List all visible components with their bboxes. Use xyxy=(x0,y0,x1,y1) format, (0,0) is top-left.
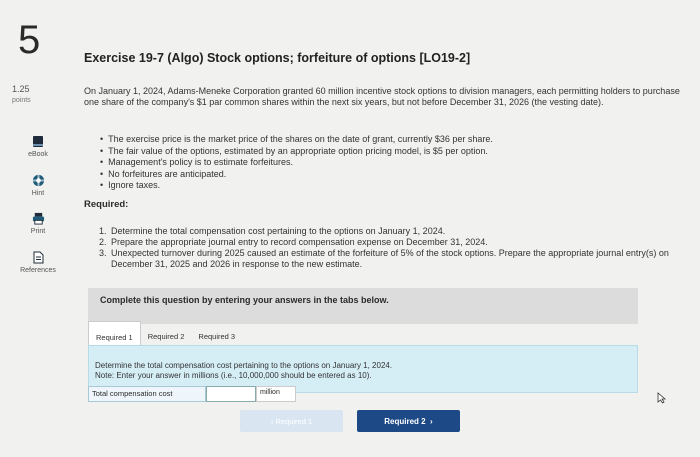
exercise-title: Exercise 19-7 (Algo) Stock options; forf… xyxy=(84,51,471,65)
document-icon xyxy=(33,251,43,264)
points-label: points xyxy=(12,97,31,104)
requirement-text: Determine the total compensation cost pe… xyxy=(111,226,446,236)
prev-label: Required 1 xyxy=(275,416,313,426)
prev-button[interactable]: ‹ Required 1 xyxy=(240,410,343,432)
instruction-text: Determine the total compensation cost pe… xyxy=(95,361,393,370)
requirement-item: 2. Prepare the appropriate journal entry … xyxy=(99,237,689,248)
references-button[interactable]: References xyxy=(14,251,62,274)
requirement-text: Unexpected turnover during 2025 caused a… xyxy=(111,248,669,269)
facts-list: The exercise price is the market price o… xyxy=(100,134,493,192)
answer-row: Total compensation cost million xyxy=(88,386,296,402)
exercise-intro: On January 1, 2024, Adams-Meneke Corpora… xyxy=(84,86,680,107)
instruction-note: Note: Enter your answer in millions (i.e… xyxy=(95,370,372,380)
printer-icon xyxy=(32,212,44,225)
tab-required-1[interactable]: Required 1 xyxy=(88,321,141,345)
requirements-list: 1. Determine the total compensation cost … xyxy=(99,226,689,270)
lifebuoy-icon xyxy=(32,174,44,187)
references-label: References xyxy=(20,267,56,274)
list-item: No forfeitures are anticipated. xyxy=(100,169,493,181)
tab-required-3[interactable]: Required 3 xyxy=(191,321,242,345)
complete-notice: Complete this question by entering your … xyxy=(88,288,638,324)
points-value: 1.25 xyxy=(12,84,30,94)
print-button[interactable]: Print xyxy=(14,212,62,235)
unit-label: million xyxy=(256,386,296,402)
question-number: 5 xyxy=(18,18,41,62)
requirement-item: 3. Unexpected turnover during 2025 caused… xyxy=(99,248,689,270)
ebook-button[interactable]: eBook xyxy=(14,135,62,158)
list-item: The fair value of the options, estimated… xyxy=(100,146,493,158)
requirement-number: 2. xyxy=(99,237,107,247)
total-compensation-input[interactable] xyxy=(206,386,256,402)
print-label: Print xyxy=(30,228,46,235)
chevron-right-icon: › xyxy=(425,416,433,426)
list-item: The exercise price is the market price o… xyxy=(100,134,493,146)
book-icon xyxy=(33,136,43,147)
field-label: Total compensation cost xyxy=(88,386,206,402)
list-item: Management's policy is to estimate forfe… xyxy=(100,157,493,169)
next-button[interactable]: Required 2 › xyxy=(357,410,460,432)
requirement-text: Prepare the appropriate journal entry to… xyxy=(111,237,488,247)
next-label: Required 2 xyxy=(384,416,426,426)
requirement-number: 1. xyxy=(99,226,107,236)
mouse-cursor-icon xyxy=(657,392,667,404)
points: 1.25 points xyxy=(12,84,31,106)
requirement-item: 1. Determine the total compensation cost … xyxy=(99,226,689,237)
ebook-label: eBook xyxy=(28,151,48,158)
list-item: Ignore taxes. xyxy=(100,180,493,192)
hint-button[interactable]: Hint xyxy=(14,174,62,197)
tab-required-2[interactable]: Required 2 xyxy=(141,321,192,345)
hint-label: Hint xyxy=(31,190,45,197)
required-heading: Required: xyxy=(84,199,129,210)
requirement-number: 3. xyxy=(99,248,107,258)
requirement-tabs: Required 1 Required 2 Required 3 xyxy=(88,321,242,345)
